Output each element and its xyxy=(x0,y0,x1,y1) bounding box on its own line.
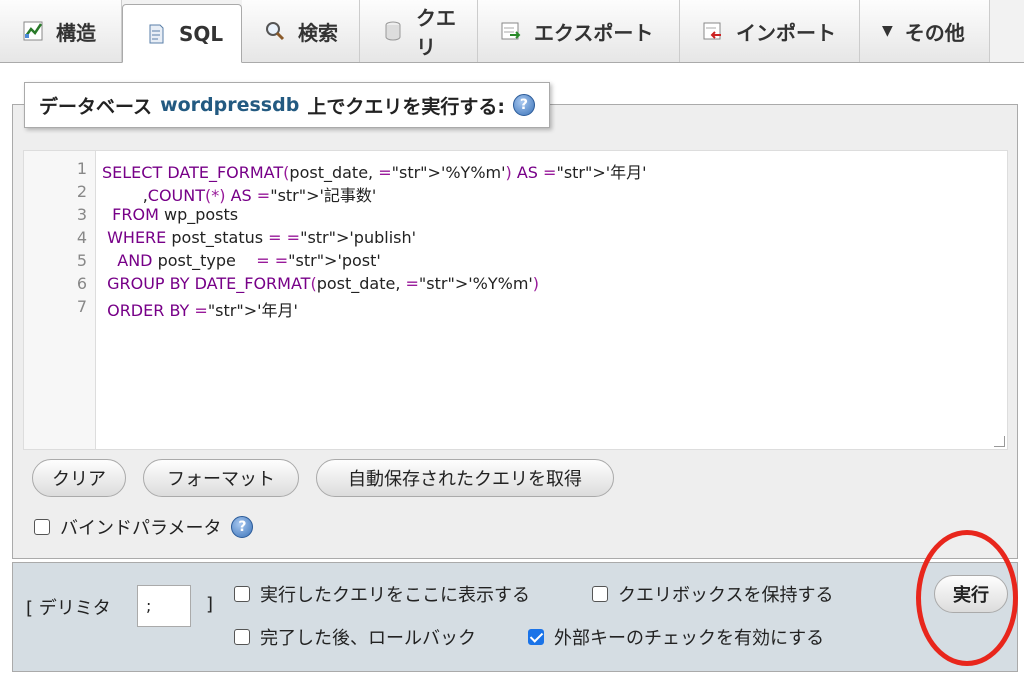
retain-box-checkbox[interactable] xyxy=(592,586,608,602)
tab-label: その他 xyxy=(904,20,965,45)
search-icon xyxy=(264,20,286,42)
fk-check-option[interactable]: 外部キーのチェックを有効にする xyxy=(528,624,824,650)
line-number: 5 xyxy=(76,251,87,270)
panel-legend: データベース wordpressdb 上でクエリを実行する: ? xyxy=(24,82,550,128)
structure-icon xyxy=(22,20,44,42)
legend-prefix: データベース xyxy=(39,95,153,118)
show-query-checkbox[interactable] xyxy=(234,586,250,602)
rollback-label: 完了した後、ロールバック xyxy=(260,628,476,649)
bind-params-label: バインドパラメータ xyxy=(60,518,222,539)
export-icon xyxy=(500,20,522,42)
code-line: AND post_type = ="str">'post' xyxy=(117,251,381,270)
tab-search[interactable]: 検索 xyxy=(242,0,360,62)
fk-check-checkbox[interactable] xyxy=(528,629,544,645)
tab-sql[interactable]: SQL xyxy=(122,4,242,63)
code-line: WHERE post_status = ="str">'publish' xyxy=(107,228,417,247)
tab-label: インポート xyxy=(736,20,836,45)
line-number: 4 xyxy=(76,228,87,247)
legend-db-name: wordpressdb xyxy=(160,94,300,116)
code-line: ,COUNT(*) AS ="str">'記事数' xyxy=(102,186,377,205)
sql-editor[interactable]: 1 2 3 4 5 6 7 SELECT DATE_FORMAT(post_da… xyxy=(23,150,1008,450)
show-query-option[interactable]: 実行したクエリをここに表示する xyxy=(234,581,530,607)
tab-label: 構造 xyxy=(56,20,96,45)
code-line: SELECT DATE_FORMAT(post_date, ="str">'%Y… xyxy=(102,163,647,182)
line-number: 7 xyxy=(76,297,87,316)
legend-suffix: 上でクエリを実行する: xyxy=(307,95,505,118)
tab-label: エクスポート xyxy=(534,20,654,45)
tab-label: 検索 xyxy=(298,20,338,45)
bind-params-option[interactable]: バインドパラメータ ? xyxy=(34,514,254,540)
delimiter-input[interactable]: ; xyxy=(137,585,191,627)
tab-structure[interactable]: 構造 xyxy=(0,0,122,62)
clear-button[interactable]: クリア xyxy=(32,459,126,497)
tab-bar: 構造 SQL 検索 クエリ エクスポート インポート ▼ その他 xyxy=(0,0,1024,63)
help-icon[interactable]: ? xyxy=(231,516,254,538)
help-icon[interactable]: ? xyxy=(512,94,535,116)
line-number: 2 xyxy=(76,182,87,201)
query-icon xyxy=(382,20,404,42)
tab-query[interactable]: クエリ xyxy=(360,0,478,62)
highlight-circle xyxy=(916,530,1018,666)
tab-label: SQL xyxy=(179,21,224,46)
tab-export[interactable]: エクスポート xyxy=(478,0,680,62)
show-query-label: 実行したクエリをここに表示する xyxy=(260,585,530,606)
rollback-checkbox[interactable] xyxy=(234,629,250,645)
line-gutter: 1 2 3 4 5 6 7 xyxy=(24,151,96,449)
rollback-option[interactable]: 完了した後、ロールバック xyxy=(234,624,476,650)
tab-more[interactable]: ▼ その他 xyxy=(860,0,990,62)
fk-check-label: 外部キーのチェックを有効にする xyxy=(554,628,825,649)
line-number: 1 xyxy=(76,159,87,178)
retain-box-label: クエリボックスを保持する xyxy=(618,585,834,606)
delimiter-label: [ デリミタ xyxy=(26,598,111,619)
resize-handle[interactable] xyxy=(994,436,1005,447)
code-line: ORDER BY ="str">'年月' xyxy=(107,301,298,320)
retain-box-option[interactable]: クエリボックスを保持する xyxy=(592,581,833,607)
tab-import[interactable]: インポート xyxy=(680,0,860,62)
load-saved-query-button[interactable]: 自動保存されたクエリを取得 xyxy=(316,459,614,497)
line-number: 6 xyxy=(76,274,87,293)
sql-icon xyxy=(145,23,167,45)
tab-label: クエリ xyxy=(416,6,456,59)
format-button[interactable]: フォーマット xyxy=(143,459,299,497)
chevron-down-icon: ▼ xyxy=(882,23,893,39)
delimiter-close: ] xyxy=(206,594,214,615)
bind-params-checkbox[interactable] xyxy=(34,519,50,535)
code-line: GROUP BY DATE_FORMAT(post_date, ="str">'… xyxy=(107,274,540,293)
import-icon xyxy=(702,20,724,42)
line-number: 3 xyxy=(76,205,87,224)
code-line: FROM wp_posts xyxy=(112,205,239,224)
